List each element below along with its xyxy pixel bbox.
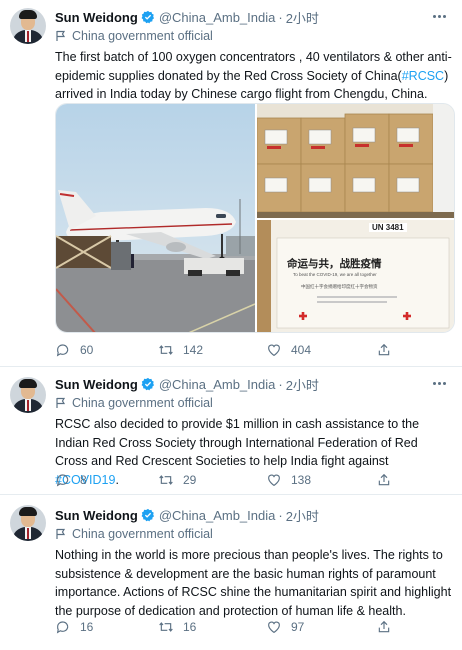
author-handle[interactable]: @China_Amb_India [159,10,276,25]
author-avatar[interactable] [10,8,46,44]
tweet-media-grid[interactable]: UN 3481 命运与共，战胜疫情 To beat the COVID-19, … [55,103,455,333]
author-avatar[interactable] [10,377,46,413]
retweet-count: 142 [183,343,204,357]
box-donor-text: 中国红十字会捐赠给印度红十字会物资 [301,284,378,289]
account-label[interactable]: China government official [55,525,452,543]
like-count: 138 [291,473,312,487]
tweet-3[interactable]: Sun Weidong @China_Amb_India · 2小时 China… [0,494,462,650]
share-icon [378,343,390,356]
account-label-text: China government official [72,396,213,410]
reply-icon [56,621,69,634]
author-handle[interactable]: @China_Amb_India [159,377,276,392]
box-english-slogan: To beat the COVID-19, we are all togethe… [293,272,377,277]
share-icon [378,473,390,486]
verified-badge-icon [141,377,154,391]
flag-icon [56,528,66,539]
account-label-text: China government official [72,29,213,43]
more-options-icon[interactable] [428,7,450,25]
tweet-timestamp[interactable]: 2小时 [286,375,319,394]
like-button[interactable]: 138 [266,472,376,488]
reply-count: 60 [80,343,94,357]
box-un-code: UN 3481 [369,223,407,232]
tweet-1[interactable]: Sun Weidong @China_Amb_India · 2小时 China… [0,0,462,366]
retweet-button[interactable]: 29 [158,472,266,488]
printed-box-label-photo[interactable]: UN 3481 命运与共，战胜疫情 To beat the COVID-19, … [257,220,454,332]
tweet-actions: 8 29 138 [55,470,395,490]
hashtag-link[interactable]: #RCSC [402,69,444,83]
reply-button[interactable]: 8 [55,472,158,488]
author-avatar[interactable] [10,505,46,541]
reply-count: 8 [80,473,87,487]
flag-icon [56,30,66,41]
account-label[interactable]: China government official [55,394,452,412]
more-options-icon[interactable] [428,374,450,392]
retweet-icon [159,345,173,355]
like-count: 404 [291,343,312,357]
author-name[interactable]: Sun Weidong [55,377,138,392]
like-button[interactable]: 404 [266,342,376,358]
reply-icon [56,344,69,357]
tweet-actions: 16 16 97 [55,617,395,637]
like-button[interactable]: 97 [266,619,376,635]
like-count: 97 [291,620,305,634]
reply-button[interactable]: 16 [55,619,158,635]
tweet-header: Sun Weidong @China_Amb_India · 2小时 [55,7,452,27]
retweet-count: 29 [183,473,197,487]
tweet-text-part: Nothing in the world is more precious th… [55,548,452,618]
retweet-count: 16 [183,620,197,634]
account-label-text: China government official [72,527,213,541]
header-separator: · [278,507,283,523]
reply-icon [56,474,69,487]
tweet-timestamp[interactable]: 2小时 [286,506,319,525]
tweet-header: Sun Weidong @China_Amb_India · 2小时 [55,505,452,525]
share-button[interactable] [376,472,392,488]
verified-badge-icon [141,508,154,522]
heart-icon [268,621,280,634]
verified-badge-icon [141,10,154,24]
header-separator: · [278,376,283,392]
tweet-text-part: RCSC also decided to provide $1 million … [55,417,420,468]
retweet-button[interactable]: 142 [158,342,266,358]
tweet-text: The first batch of 100 oxygen concentrat… [55,48,452,104]
cargo-plane-photo[interactable] [56,104,255,333]
reply-count: 16 [80,620,94,634]
share-icon [378,620,390,633]
retweet-icon [159,475,173,485]
tweet-actions: 60 142 404 [55,340,395,360]
flag-icon [56,397,66,408]
tweet-text-part: The first batch of 100 oxygen concentrat… [55,50,452,83]
stacked-boxes-photo[interactable] [257,104,455,218]
tweet-timestamp[interactable]: 2小时 [286,8,319,27]
retweet-icon [159,622,173,632]
heart-icon [268,474,280,487]
tweet-text: Nothing in the world is more precious th… [55,546,452,620]
retweet-button[interactable]: 16 [158,619,266,635]
tweet-2[interactable]: Sun Weidong @China_Amb_India · 2小时 China… [0,366,462,494]
author-name[interactable]: Sun Weidong [55,508,138,523]
box-chinese-slogan: 命运与共，战胜疫情 [287,258,382,270]
author-handle[interactable]: @China_Amb_India [159,508,276,523]
author-name[interactable]: Sun Weidong [55,10,138,25]
share-button[interactable] [376,619,392,635]
header-separator: · [278,9,283,25]
reply-button[interactable]: 60 [55,342,158,358]
tweet-header: Sun Weidong @China_Amb_India · 2小时 [55,374,452,394]
account-label[interactable]: China government official [55,27,452,45]
share-button[interactable] [376,342,392,358]
heart-icon [268,344,280,357]
